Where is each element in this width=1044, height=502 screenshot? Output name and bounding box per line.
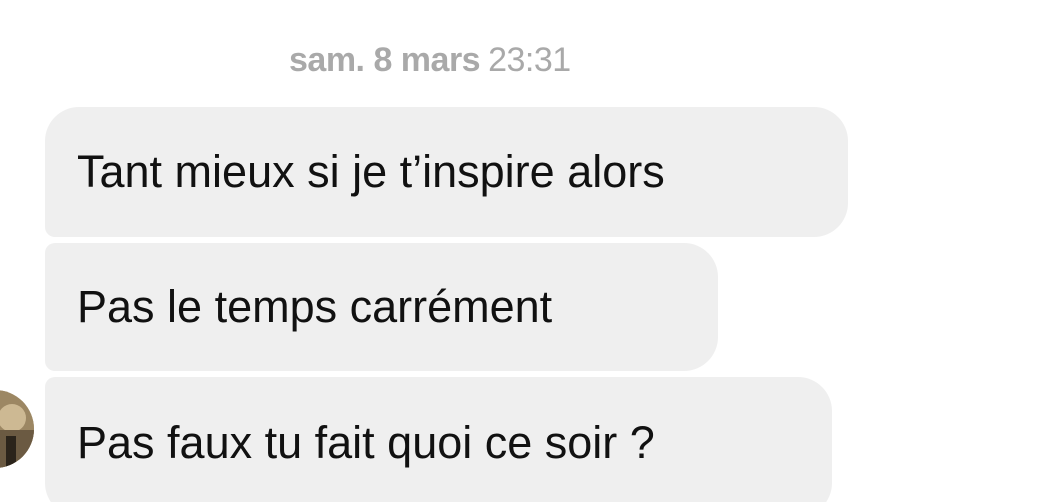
message-text: Pas le temps carrément <box>77 281 553 332</box>
timestamp-time: 23:31 <box>488 41 571 79</box>
message-bubble[interactable]: Pas le temps carrément <box>45 243 718 371</box>
message-bubble[interactable]: Tant mieux si je t’inspire alors <box>45 107 848 237</box>
sender-avatar[interactable] <box>0 390 34 468</box>
timestamp-day: sam. 8 mars <box>289 41 481 79</box>
message-bubble[interactable]: Pas faux tu fait quoi ce soir ? <box>45 377 832 502</box>
chat-thread: sam. 8 mars 23:31 Tant mieux si je t’insp… <box>0 0 1044 502</box>
message-text: Pas faux tu fait quoi ce soir ? <box>77 417 655 468</box>
profile-photo-icon <box>0 390 34 468</box>
message-timestamp: sam. 8 mars 23:31 <box>289 38 571 82</box>
message-text: Tant mieux si je t’inspire alors <box>77 146 665 197</box>
